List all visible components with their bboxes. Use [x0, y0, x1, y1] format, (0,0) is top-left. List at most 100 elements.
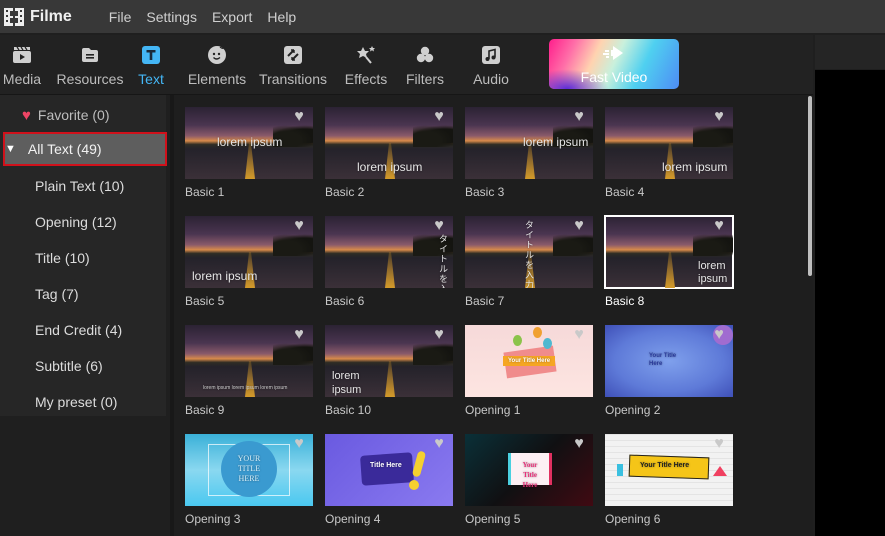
template-label: Opening 6 — [605, 512, 661, 526]
menu-export[interactable]: Export — [212, 9, 252, 25]
favorite-heart-icon[interactable]: ♥ — [291, 436, 307, 452]
template-card[interactable]: lorem ipsum lorem ipsum lorem ipsum ♥ Basi… — [185, 325, 313, 425]
filters-icon — [414, 44, 436, 66]
audio-icon — [480, 44, 502, 66]
template-card[interactable]: タイトルを入力 ♥ Basic 6 — [325, 216, 453, 316]
favorite-heart-icon[interactable]: ♥ — [431, 218, 447, 234]
template-card[interactable]: Your Title Here ♥ Opening 1 — [465, 325, 593, 425]
template-card[interactable]: lorem ipsum ♥ Basic 8 — [604, 215, 734, 316]
thumbnail-overlay-text: lorem ipsum — [217, 135, 283, 149]
heart-icon: ♥ — [22, 106, 31, 124]
template-thumbnail: タイトルを入力 ♥ — [465, 216, 593, 288]
category-title[interactable]: Title (10) — [0, 240, 166, 276]
favorite-heart-icon[interactable]: ♥ — [571, 327, 587, 343]
category-opening[interactable]: Opening (12) — [0, 204, 166, 240]
favorite-heart-icon[interactable]: ♥ — [431, 436, 447, 452]
tab-effects[interactable]: Effects — [345, 35, 387, 95]
template-thumbnail: Your Title Here ♥ — [465, 434, 593, 506]
template-thumbnail: Your Title Here ♥ — [465, 325, 593, 397]
tab-filters[interactable]: Filters — [406, 35, 444, 95]
template-label: Basic 9 — [185, 403, 225, 417]
favorite-heart-icon[interactable]: ♥ — [571, 218, 587, 234]
template-card[interactable]: lorem ipsum ♥ Basic 10 — [325, 325, 453, 425]
favorite-heart-icon[interactable]: ♥ — [431, 109, 447, 125]
elements-icon — [206, 44, 228, 66]
filme-window: Filme File Settings Export Help Media Re… — [0, 0, 885, 536]
thumbnail-overlay-text: lorem ipsum — [192, 269, 258, 283]
template-label: Basic 1 — [185, 185, 225, 199]
app-name: Filme — [30, 7, 72, 25]
template-card[interactable]: lorem ipsum ♥ Basic 5 — [185, 216, 313, 316]
fast-forward-arrow-icon — [601, 44, 627, 67]
menu-help[interactable]: Help — [267, 9, 296, 25]
category-end-credit[interactable]: End Credit (4) — [0, 312, 166, 348]
template-label: Basic 7 — [465, 294, 505, 308]
tab-resources[interactable]: Resources — [57, 35, 123, 95]
template-thumbnail: lorem ipsum ♥ — [325, 107, 453, 179]
tab-text[interactable]: Text — [135, 35, 167, 95]
template-label: Basic 6 — [325, 294, 365, 308]
template-label: Opening 2 — [605, 403, 661, 417]
template-card[interactable]: lorem ipsum ♥ Basic 3 — [465, 107, 593, 207]
favorite-heart-icon[interactable]: ♥ — [431, 327, 447, 343]
tab-audio[interactable]: Audio — [472, 35, 510, 95]
category-subtitle[interactable]: Subtitle (6) — [0, 348, 166, 384]
template-label: Opening 4 — [325, 512, 381, 526]
template-label: Basic 8 — [605, 294, 645, 308]
category-tag[interactable]: Tag (7) — [0, 276, 166, 312]
template-label: Basic 4 — [605, 185, 645, 199]
favorite-heart-icon[interactable]: ♥ — [291, 218, 307, 234]
expand-triangle-icon: ▼ — [5, 143, 16, 155]
favorite-heart-icon[interactable]: ♥ — [291, 109, 307, 125]
grid-scrollbar[interactable] — [808, 96, 812, 276]
favorite-heart-icon[interactable]: ♥ — [711, 327, 727, 343]
category-plain-text[interactable]: Plain Text (10) — [0, 168, 166, 204]
thumbnail-overlay-text: タイトルを入力 — [438, 234, 448, 288]
template-label: Opening 1 — [465, 403, 521, 417]
thumbnail-overlay-text: タイトルを入力 — [524, 220, 534, 288]
favorite-heart-icon[interactable]: ♥ — [571, 436, 587, 452]
template-card[interactable]: タイトルを入力 ♥ Basic 7 — [465, 216, 593, 316]
favorite-heart-icon[interactable]: ♥ — [571, 109, 587, 125]
template-card[interactable]: lorem ipsum ♥ Basic 1 — [185, 107, 313, 207]
favorite-heart-icon[interactable]: ♥ — [711, 218, 727, 234]
tab-media[interactable]: Media — [2, 35, 42, 95]
template-card[interactable]: Your Title Here ♥ Opening 6 — [605, 434, 733, 534]
template-thumbnail: Your Title Here ♥ — [605, 434, 733, 506]
effects-icon — [355, 44, 377, 66]
category-favorite[interactable]: ♥ Favorite (0) — [0, 97, 166, 133]
thumbnail-overlay-text: Your Title Here — [503, 356, 556, 366]
text-icon — [140, 44, 162, 66]
template-label: Basic 2 — [325, 185, 365, 199]
menu-bar: File Settings Export Help — [109, 9, 311, 25]
menu-settings[interactable]: Settings — [146, 9, 197, 25]
preview-header — [815, 35, 885, 69]
favorite-heart-icon[interactable]: ♥ — [711, 109, 727, 125]
toolbar: Media Resources Text Elements Transition… — [0, 35, 813, 95]
category-all-text[interactable]: ▼ All Text (49) — [3, 132, 167, 166]
template-thumbnail: タイトルを入力 ♥ — [325, 216, 453, 288]
tab-elements[interactable]: Elements — [188, 35, 246, 95]
favorite-heart-icon[interactable]: ♥ — [711, 436, 727, 452]
template-thumbnail: Title Here ♥ — [325, 434, 453, 506]
tab-transitions[interactable]: Transitions — [259, 35, 327, 95]
template-card[interactable]: lorem ipsum ♥ Basic 2 — [325, 107, 453, 207]
template-label: Opening 3 — [185, 512, 241, 526]
thumbnail-overlay-text: lorem ipsum — [357, 160, 423, 174]
template-thumbnail: lorem ipsum ♥ — [605, 107, 733, 179]
transitions-icon — [282, 44, 304, 66]
template-card[interactable]: YOUR TITLE HERE ♥ Opening 3 — [185, 434, 313, 534]
template-thumbnail: lorem ipsum ♥ — [325, 325, 453, 397]
template-card[interactable]: Title Here ♥ Opening 4 — [325, 434, 453, 534]
favorite-heart-icon[interactable]: ♥ — [291, 327, 307, 343]
resources-icon — [79, 44, 101, 66]
template-card[interactable]: Your Title Here ♥ Opening 5 — [465, 434, 593, 534]
template-card[interactable]: lorem ipsum ♥ Basic 4 — [605, 107, 733, 207]
menu-file[interactable]: File — [109, 9, 132, 25]
template-card[interactable]: Your Title Here ♥ Opening 2 — [605, 325, 733, 425]
category-my-preset[interactable]: My preset (0) — [0, 384, 166, 420]
template-label: Opening 5 — [465, 512, 521, 526]
template-label: Basic 10 — [325, 403, 372, 417]
template-thumbnail: lorem ipsum ♥ — [185, 107, 313, 179]
fast-video-button[interactable]: Fast Video — [549, 39, 679, 89]
